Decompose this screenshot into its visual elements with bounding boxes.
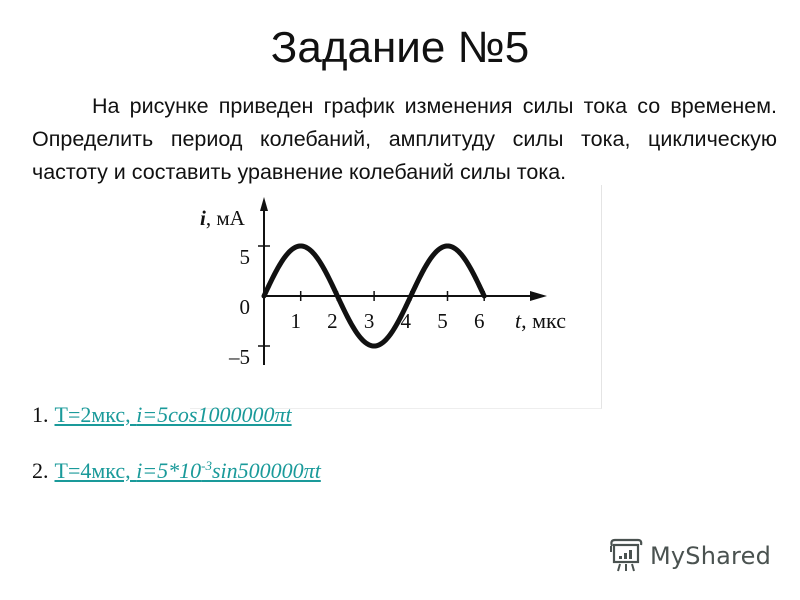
y-axis-label: i, мА	[200, 206, 246, 230]
answer-option-1: 1. T=2мкс, i=5cos1000000πt	[32, 402, 292, 428]
x-tick-label: 6	[474, 309, 485, 333]
x-tick-label: 2	[327, 309, 338, 333]
y-tick-label: 5	[240, 245, 251, 269]
answer-option-2: 2. T=4мкс, i=5*10-3sin500000πt	[32, 458, 321, 484]
x-tick-label: 1	[290, 309, 301, 333]
answer-number: 2.	[32, 458, 49, 483]
answer-period: T=2мкс,	[54, 402, 137, 427]
x-tick-label: 3	[364, 309, 375, 333]
answer-formula: i=5*10-3sin500000πt	[136, 458, 321, 483]
figure-frame: 1 2 3 4 5 6 5 0 –5 i, мА t, мкс	[190, 185, 602, 409]
task-text-body: На рисунке приведен график изменения сил…	[32, 94, 777, 184]
y-axis-arrow	[260, 197, 268, 211]
answer-formula: i=5cos1000000πt	[136, 402, 292, 427]
answer-link-2[interactable]: T=4мкс, i=5*10-3sin500000πt	[55, 458, 321, 483]
answer-number: 1.	[32, 402, 49, 427]
answer-link-1[interactable]: T=2мкс, i=5cos1000000πt	[55, 402, 292, 427]
formula-exponent: -3	[201, 458, 212, 473]
x-axis-label: t, мкс	[515, 308, 566, 333]
myshared-logo[interactable]: MyShared	[606, 536, 771, 576]
y-tick-label: 0	[240, 295, 251, 319]
slide-title: Задание №5	[270, 23, 530, 72]
formula-tail: sin500000πt	[212, 458, 321, 483]
logo-text: MyShared	[650, 542, 772, 570]
presentation-board-icon	[610, 538, 643, 572]
answer-period: T=4мкс,	[54, 458, 137, 483]
x-axis-arrow	[530, 291, 547, 301]
x-tick-label: 5	[437, 309, 448, 333]
current-time-chart: 1 2 3 4 5 650–5i, мАt, мкс	[200, 197, 566, 369]
formula-base: i=5*10	[136, 458, 202, 483]
y-tick-label: –5	[228, 345, 250, 369]
task-text: На рисунке приведен график изменения сил…	[32, 90, 777, 189]
